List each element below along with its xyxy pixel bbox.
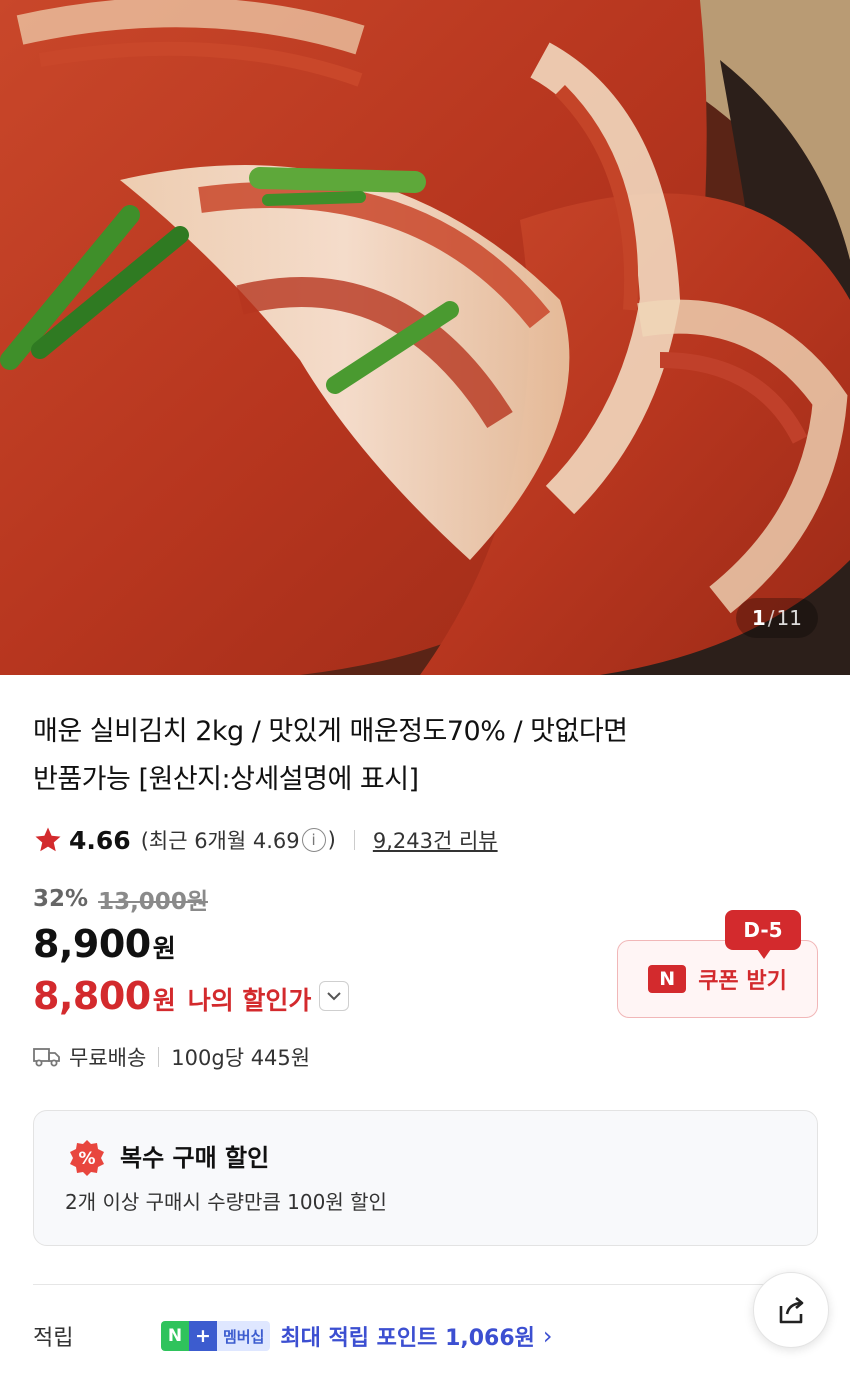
points-row[interactable]: 적립 N + 멤버십 최대 적립 포인트 1,066원 ›: [33, 1318, 753, 1354]
divider: [158, 1047, 160, 1067]
unit-price: 100g당 445원: [171, 1046, 311, 1070]
my-price-currency: 원: [152, 986, 176, 1015]
coupon-label: 쿠폰 받기: [698, 969, 787, 994]
naver-membership-badge: N + 멤버십: [161, 1321, 271, 1351]
star-icon: [35, 827, 61, 852]
naver-logo-icon: N: [648, 965, 687, 993]
shipping-row: 무료배송 100g당 445원: [33, 1040, 310, 1074]
my-price-value: 8,800: [33, 974, 151, 1018]
share-button[interactable]: [753, 1272, 829, 1348]
multi-buy-title: 복수 구매 할인: [120, 1144, 270, 1172]
membership-label: 멤버십: [217, 1321, 271, 1351]
info-icon[interactable]: i: [301, 828, 326, 852]
sale-price-value: 8,900: [33, 922, 151, 966]
sale-price-currency: 원: [152, 934, 176, 963]
image-counter-separator: /: [767, 606, 775, 630]
image-counter: 1 / 11: [735, 598, 818, 638]
discount-row: 32% 13,000원: [33, 882, 208, 916]
naver-n-icon: N: [161, 1321, 189, 1351]
free-shipping: 무료배송: [69, 1046, 147, 1070]
recent-rating-prefix: (최근 6개월 4.69: [140, 829, 300, 853]
chevron-right-icon[interactable]: ›: [543, 1322, 553, 1350]
my-discount-price[interactable]: 8,800 원 나의 할인가: [33, 974, 350, 1018]
original-price: 13,000원: [98, 889, 208, 915]
product-title-line-1: 매운 실비김치 2kg / 맛있게 매운정도70% / 맛없다면: [33, 716, 628, 747]
recent-rating-suffix: ): [327, 828, 336, 852]
review-count-link[interactable]: 9,243건 리뷰: [373, 825, 498, 855]
coupon-button[interactable]: N 쿠폰 받기: [617, 940, 818, 1018]
share-icon: [779, 1297, 804, 1324]
multi-buy-discount-card: % 복수 구매 할인 2개 이상 구매시 수량만큼 100원 할인: [33, 1110, 818, 1246]
max-points-text[interactable]: 최대 적립 포인트 1,066원: [280, 1320, 535, 1352]
sale-price: 8,900 원: [33, 922, 176, 966]
truck-icon: [33, 1048, 60, 1067]
plus-icon: +: [189, 1321, 217, 1351]
product-title-line-2: 반품가능 [원산지:상세설명에 표시]: [33, 764, 419, 795]
percent-glyph: %: [78, 1149, 95, 1169]
rating-row: 4.66 (최근 6개월 4.69 i ) 9,243건 리뷰: [33, 820, 498, 860]
discount-rate: 32%: [33, 886, 89, 912]
recent-rating: (최근 6개월 4.69 i ): [141, 825, 336, 855]
my-price-label: 나의 할인가: [187, 986, 312, 1015]
image-counter-total: 11: [776, 606, 802, 630]
divider: [33, 1284, 818, 1285]
image-counter-current: 1: [751, 606, 766, 630]
product-image[interactable]: 1 / 11: [0, 0, 850, 675]
chevron-down-icon[interactable]: [319, 981, 350, 1011]
percent-badge-icon: %: [70, 1140, 104, 1176]
multi-buy-description: 2개 이상 구매시 수량만큼 100원 할인: [65, 1190, 387, 1214]
points-label: 적립: [33, 1326, 74, 1351]
product-title: 매운 실비김치 2kg / 맛있게 매운정도70% / 맛없다면 반품가능 [원…: [33, 708, 733, 804]
divider: [353, 830, 355, 850]
rating-score: 4.66: [69, 825, 131, 855]
kimchi-photo: [0, 0, 850, 675]
coupon-deadline-badge: D-5: [725, 910, 801, 959]
